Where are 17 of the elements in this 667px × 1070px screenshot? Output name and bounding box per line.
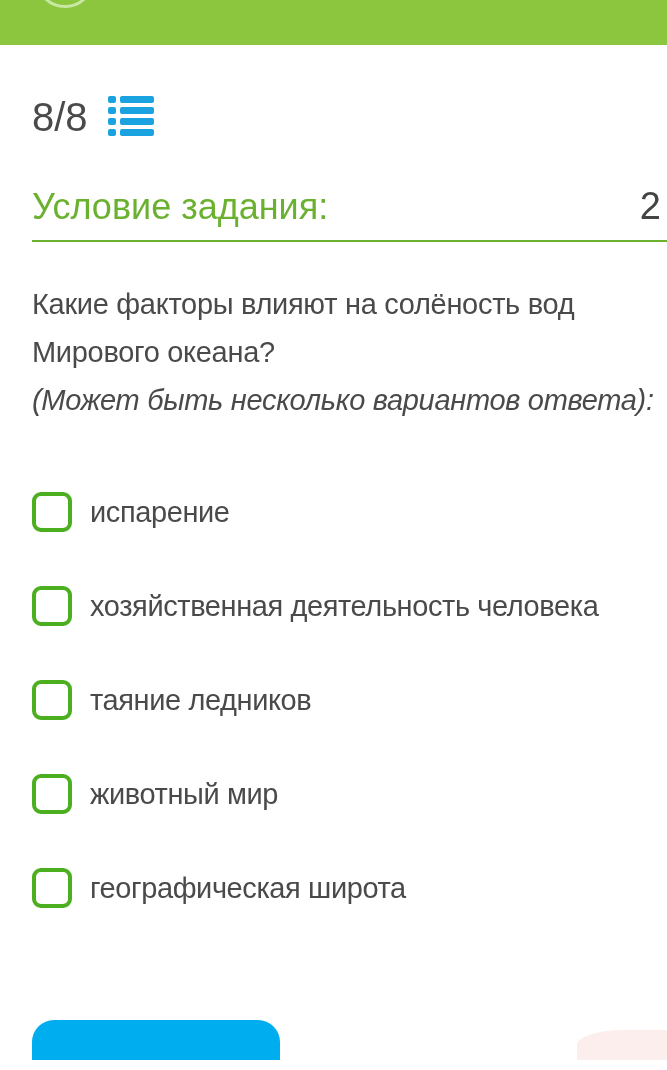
question-text: Какие факторы влияют на солёность вод Мирового океана? (32, 288, 575, 368)
option-label[interactable]: географическая широта (90, 871, 406, 905)
checkbox[interactable] (32, 868, 72, 908)
hint-text: (Может быть несколько вариантов ответа): (32, 384, 654, 416)
points-label: 2 (639, 185, 661, 228)
checkbox[interactable] (32, 586, 72, 626)
option-label[interactable]: хозяйственная деятельность человека (90, 589, 599, 623)
checkbox[interactable] (32, 492, 72, 532)
list-icon[interactable] (107, 96, 154, 138)
submit-button[interactable] (32, 1020, 280, 1060)
option-label[interactable]: таяние ледников (90, 683, 312, 717)
checkbox[interactable] (32, 774, 72, 814)
question-counter: 8/8 (32, 94, 88, 140)
option-label[interactable]: животный мир (90, 777, 279, 811)
checkbox[interactable] (32, 680, 72, 720)
section-heading: Условие задания: (32, 186, 329, 228)
option-label[interactable]: испарение (90, 495, 230, 529)
